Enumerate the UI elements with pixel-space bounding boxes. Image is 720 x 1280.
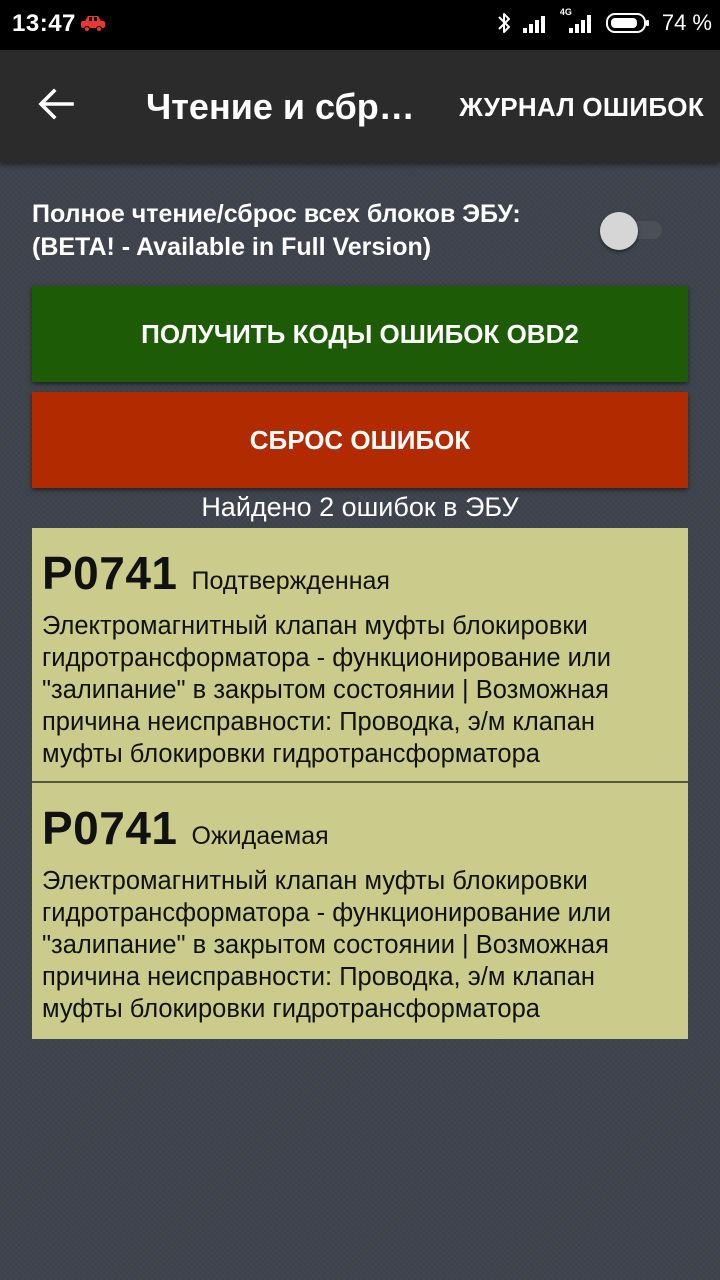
error-status: Ожидаемая — [191, 822, 329, 850]
error-description: Электромагнитный клапан муфты блокировки… — [42, 612, 612, 768]
battery-percent: 74 % — [661, 10, 712, 35]
error-status: Подтвержденная — [191, 567, 390, 595]
app-toolbar: Чтение и сброс ошибок ЖУРНАЛ ОШИБОК — [0, 50, 720, 162]
network-type-label: 4G — [559, 7, 572, 17]
read-codes-button[interactable]: ПОЛУЧИТЬ КОДЫ ОШИБОК OBD2 — [32, 286, 688, 382]
car-icon — [80, 14, 106, 37]
error-card[interactable]: P0741 Подтвержденная Электромагнитный кл… — [32, 528, 688, 783]
page-title: Чтение и сброс ошибок — [146, 86, 426, 127]
found-errors-text: Найдено 2 ошибок в ЭБУ — [201, 492, 519, 522]
full-read-label-line2: (BETA! - Available in Full Version) — [32, 233, 432, 261]
error-log-button[interactable]: ЖУРНАЛ ОШИБОК — [459, 92, 704, 123]
status-bar: 13:47 4G 74 % — [0, 0, 720, 50]
full-read-label: Полное чтение/сброс всех блоков ЭБУ: (BE… — [32, 198, 592, 264]
error-description: Электромагнитный клапан муфты блокировки… — [42, 867, 612, 1023]
arrow-back-icon — [38, 87, 74, 125]
signal-4g-icon: 4G — [560, 7, 596, 35]
signal-icon — [522, 12, 550, 34]
back-button[interactable] — [28, 78, 84, 134]
battery-icon — [605, 12, 650, 34]
full-read-label-line1: Полное чтение/сброс всех блоков ЭБУ: — [32, 200, 521, 228]
error-list: P0741 Подтвержденная Электромагнитный кл… — [32, 528, 688, 1039]
full-read-switch[interactable] — [598, 212, 668, 250]
error-code: P0741 — [42, 802, 178, 854]
switch-thumb — [600, 212, 638, 250]
error-card[interactable]: P0741 Ожидаемая Электромагнитный клапан … — [32, 783, 688, 1039]
reset-errors-button[interactable]: СБРОС ОШИБОК — [32, 392, 688, 488]
error-code: P0741 — [42, 547, 178, 599]
status-time: 13:47 — [12, 10, 76, 37]
bluetooth-icon — [496, 11, 512, 35]
